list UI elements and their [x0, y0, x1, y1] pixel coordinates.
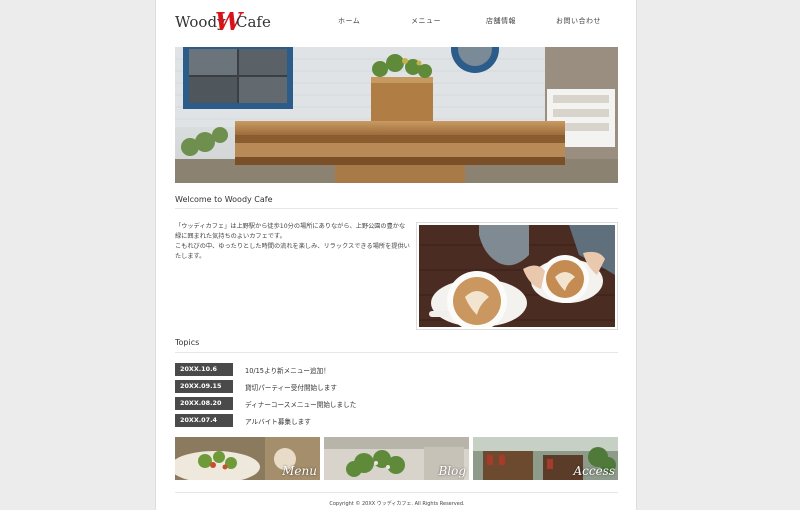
topic-date: 20XX.10.6 [175, 363, 233, 376]
coffee-photo [419, 225, 615, 331]
topic-date: 20XX.08.20 [175, 397, 233, 410]
welcome-divider [175, 208, 618, 209]
topics-divider [175, 352, 618, 353]
footer-divider [175, 492, 618, 493]
logo-text-right: Cafe [236, 13, 271, 31]
nav-item-home[interactable]: ホーム [338, 16, 360, 26]
access-banner-label: Access [573, 464, 615, 478]
intro-paragraph-2: こもれびの中、ゆったりとした時間の流れを楽しみ、リラックスできる場所を提供いたし… [175, 243, 410, 260]
hero-image [175, 47, 618, 183]
topic-date: 20XX.09.15 [175, 380, 233, 393]
blog-banner-label: Blog [438, 464, 466, 478]
topic-link[interactable]: アルバイト募集します [245, 416, 311, 426]
nav-item-shop-info[interactable]: 店舗情報 [486, 16, 516, 26]
topics-heading: Topics [175, 338, 200, 347]
hero-photo [175, 47, 618, 183]
topic-row: 20XX.10.6 10/15より新メニュー追加！ [175, 363, 618, 377]
topic-link[interactable]: 貸切パーティー受付開始します [245, 382, 337, 392]
footer-copyright: Copyright © 20XX ウッディカフェ. All Rights Res… [329, 501, 465, 507]
menu-banner[interactable]: Menu [175, 437, 320, 480]
welcome-heading: Welcome to Woody Cafe [175, 195, 273, 204]
site-logo[interactable]: Woody W Cafe [175, 7, 275, 39]
topic-row: 20XX.07.4 アルバイト募集します [175, 414, 618, 428]
intro-text: 「ウッディカフェ」は上野駅から徒歩10分の場所にありながら、上野公園の豊かな緑に… [175, 222, 411, 262]
topic-link[interactable]: ディナーコースメニュー開始しました [245, 399, 356, 409]
menu-banner-label: Menu [282, 464, 317, 478]
access-banner[interactable]: Access [473, 437, 618, 480]
page-container: Woody W Cafe ホーム メニュー 店舗情報 お問い合わせ Welcom… [155, 0, 637, 510]
intro-paragraph-1: 「ウッディカフェ」は上野駅から徒歩10分の場所にありながら、上野公園の豊かな緑に… [175, 223, 406, 240]
main-nav: ホーム メニュー 店舗情報 お問い合わせ [316, 16, 616, 30]
coffee-image [416, 222, 618, 331]
blog-banner[interactable]: Blog [324, 437, 469, 480]
nav-item-menu[interactable]: メニュー [411, 16, 441, 26]
topic-row: 20XX.08.20 ディナーコースメニュー開始しました [175, 397, 618, 411]
topic-date: 20XX.07.4 [175, 414, 233, 427]
site-header: Woody W Cafe ホーム メニュー 店舗情報 お問い合わせ [156, 0, 638, 45]
nav-item-contact[interactable]: お問い合わせ [556, 16, 601, 26]
topic-row: 20XX.09.15 貸切パーティー受付開始します [175, 380, 618, 394]
topic-link[interactable]: 10/15より新メニュー追加！ [245, 365, 330, 375]
